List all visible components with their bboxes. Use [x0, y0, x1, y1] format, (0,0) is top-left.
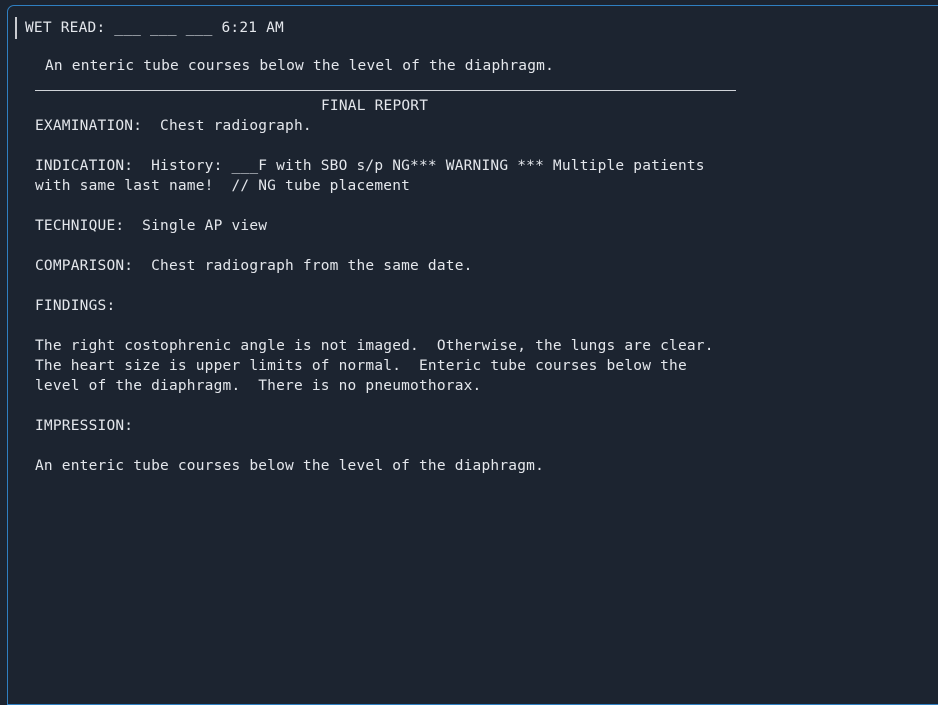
radiology-report-panel: WET READ: ___ ___ ___ 6:21 AM An enteric… — [7, 5, 938, 705]
section-technique: TECHNIQUE: Single AP view — [35, 218, 268, 234]
section-indication-line-2: with same last name! // NG tube placemen… — [35, 178, 411, 194]
section-indication-line-1: INDICATION: History: ___F with SBO s/p N… — [35, 158, 705, 174]
section-impression-body: An enteric tube courses below the level … — [35, 458, 544, 474]
report-body: WET READ: ___ ___ ___ 6:21 AM An enteric… — [8, 6, 736, 476]
wet-read-summary: An enteric tube courses below the level … — [45, 58, 554, 74]
section-comparison: COMPARISON: Chest radiograph from the sa… — [35, 258, 473, 274]
section-findings-line-1: The right costophrenic angle is not imag… — [35, 338, 714, 354]
section-examination: EXAMINATION: Chest radiograph. — [35, 118, 312, 134]
section-impression-heading: IMPRESSION: — [35, 418, 134, 434]
final-report-title: FINAL REPORT — [321, 98, 429, 114]
wet-read-row: WET READ: ___ ___ ___ 6:21 AM — [8, 16, 736, 42]
section-findings-heading: FINDINGS: — [35, 298, 116, 314]
gutter-marker-bar — [15, 17, 17, 39]
section-findings-line-2: The heart size is upper limits of normal… — [35, 358, 687, 374]
section-findings-line-3: level of the diaphragm. There is no pneu… — [35, 378, 482, 394]
wet-read-header: WET READ: ___ ___ ___ 6:21 AM — [25, 20, 284, 36]
